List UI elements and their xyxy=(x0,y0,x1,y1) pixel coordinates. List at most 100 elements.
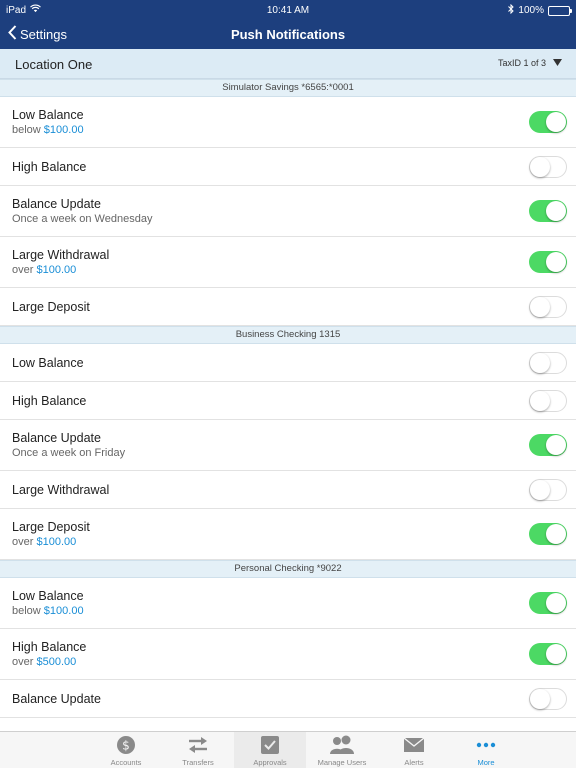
toggle-knob xyxy=(530,353,550,373)
notification-toggle[interactable] xyxy=(529,643,567,665)
notification-toggle[interactable] xyxy=(529,390,567,412)
tab-accounts[interactable]: $ Accounts xyxy=(90,732,162,768)
notification-toggle[interactable] xyxy=(529,479,567,501)
notification-detail: over $500.00 xyxy=(12,656,76,668)
threshold-amount: $500.00 xyxy=(36,656,77,668)
threshold-amount: $100.00 xyxy=(36,264,77,276)
bluetooth-icon xyxy=(508,3,515,17)
section-header: Simulator Savings *6565:*0001 xyxy=(0,79,576,97)
tab-label: Accounts xyxy=(110,758,142,767)
svg-text:$: $ xyxy=(122,739,130,753)
more-dots-icon xyxy=(450,735,522,755)
tab-approvals[interactable]: Approvals xyxy=(234,732,306,768)
location-name: Location One xyxy=(15,57,93,72)
section-header: Business Checking 1315 xyxy=(0,326,576,344)
notification-toggle[interactable] xyxy=(529,592,567,614)
triangle-down-icon xyxy=(553,58,562,68)
checkbox-icon xyxy=(234,735,306,755)
notification-title: Low Balance xyxy=(12,589,84,603)
notification-row: Large Withdrawal over $100.00 xyxy=(0,237,576,288)
toggle-knob xyxy=(546,201,566,221)
notification-title: Large Withdrawal xyxy=(12,248,110,262)
status-time: 10:41 AM xyxy=(266,5,310,16)
notification-row: High Balance xyxy=(0,382,576,420)
notification-title: High Balance xyxy=(12,160,87,174)
toggle-knob xyxy=(546,524,566,544)
status-bar: iPad 10:41 AM 100% xyxy=(0,0,576,20)
users-icon xyxy=(306,735,378,755)
detail-text: below xyxy=(12,605,44,617)
toggle-knob xyxy=(546,112,566,132)
notification-row: Large Withdrawal xyxy=(0,471,576,509)
tab-more[interactable]: More xyxy=(450,732,522,768)
detail-text: Once a week on Wednesday xyxy=(12,213,153,225)
notification-title: Large Deposit xyxy=(12,300,90,314)
threshold-amount: $100.00 xyxy=(43,124,84,136)
dollar-coin-icon: $ xyxy=(90,735,162,755)
toggle-knob xyxy=(530,480,550,500)
notification-detail: over $100.00 xyxy=(12,536,76,548)
tab-label: Approvals xyxy=(253,758,287,767)
notification-title: Low Balance xyxy=(12,108,84,122)
notification-toggle[interactable] xyxy=(529,434,567,456)
navigation-bar: Settings Push Notifications xyxy=(0,20,576,49)
battery-percent: 100% xyxy=(518,5,544,16)
page-title: Push Notifications xyxy=(230,27,346,42)
notification-title: Balance Update xyxy=(12,692,101,706)
notification-title: Low Balance xyxy=(12,356,84,370)
tab-alerts[interactable]: Alerts xyxy=(378,732,450,768)
notification-title: Balance Update xyxy=(12,431,101,445)
notification-toggle[interactable] xyxy=(529,523,567,545)
notification-row: Low Balance below $100.00 xyxy=(0,97,576,148)
toggle-knob xyxy=(546,644,566,664)
location-header: Location One TaxID 1 of 3 xyxy=(0,49,576,79)
notification-toggle[interactable] xyxy=(529,251,567,273)
notification-detail: Once a week on Friday xyxy=(12,447,125,459)
toggle-knob xyxy=(530,297,550,317)
tab-label: Alerts xyxy=(404,758,424,767)
threshold-amount: $100.00 xyxy=(36,536,77,548)
envelope-icon xyxy=(378,735,450,755)
notification-detail: Once a week on Wednesday xyxy=(12,213,152,225)
notification-row: Balance Update Once a week on Wednesday xyxy=(0,186,576,237)
toggle-knob xyxy=(546,593,566,613)
notification-toggle[interactable] xyxy=(529,156,567,178)
tab-bar: $ Accounts Transfers Approvals Manage Users A… xyxy=(0,731,576,768)
notification-toggle[interactable] xyxy=(529,200,567,222)
notification-row: Large Deposit xyxy=(0,288,576,326)
taxid-selector[interactable]: TaxID 1 of 3 xyxy=(498,58,562,68)
notification-detail: below $100.00 xyxy=(12,124,84,136)
detail-text: over xyxy=(12,536,37,548)
transfer-arrows-icon xyxy=(162,735,234,755)
notification-title: High Balance xyxy=(12,394,87,408)
detail-text: below xyxy=(12,124,44,136)
detail-text: Once a week on Friday xyxy=(12,447,126,459)
notification-toggle[interactable] xyxy=(529,688,567,710)
notification-row: Balance Update Once a week on Friday xyxy=(0,420,576,471)
notification-detail: below $100.00 xyxy=(12,605,84,617)
toggle-knob xyxy=(530,689,550,709)
taxid-label: TaxID 1 of 3 xyxy=(497,58,546,68)
notification-row: High Balance over $500.00 xyxy=(0,629,576,680)
notification-row: Low Balance below $100.00 xyxy=(0,578,576,629)
notification-toggle[interactable] xyxy=(529,111,567,133)
toggle-knob xyxy=(546,252,566,272)
notification-title: Balance Update xyxy=(12,197,101,211)
notification-toggle[interactable] xyxy=(529,352,567,374)
battery-icon xyxy=(548,5,572,16)
detail-text: over xyxy=(12,264,37,276)
notification-row: Balance Update xyxy=(0,680,576,718)
notification-detail: over $100.00 xyxy=(12,264,76,276)
notification-list: Simulator Savings *6565:*0001 Low Balance… xyxy=(0,79,576,718)
tab-label: More xyxy=(477,758,495,767)
notification-toggle[interactable] xyxy=(529,296,567,318)
toggle-knob xyxy=(546,435,566,455)
toggle-knob xyxy=(530,157,550,177)
tab-transfers[interactable]: Transfers xyxy=(162,732,234,768)
tab-manage-users[interactable]: Manage Users xyxy=(306,732,378,768)
notification-title: Large Deposit xyxy=(12,520,90,534)
notification-row: High Balance xyxy=(0,148,576,186)
notification-row: Large Deposit over $100.00 xyxy=(0,509,576,560)
status-right: 100% xyxy=(508,3,572,17)
notification-row: Low Balance xyxy=(0,344,576,382)
